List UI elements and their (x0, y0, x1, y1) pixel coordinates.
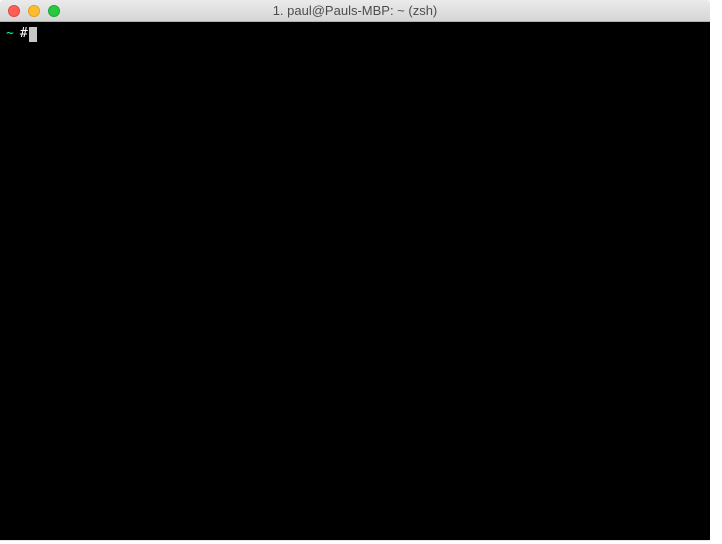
close-icon[interactable] (8, 5, 20, 17)
traffic-lights (0, 5, 60, 17)
window-titlebar[interactable]: 1. paul@Pauls-MBP: ~ (zsh) (0, 0, 710, 22)
window-title: 1. paul@Pauls-MBP: ~ (zsh) (0, 3, 710, 18)
zoom-icon[interactable] (48, 5, 60, 17)
window-edge (710, 0, 722, 544)
prompt-path: ~ (6, 26, 14, 42)
prompt-command: # (20, 26, 28, 42)
prompt-line: ~ # (6, 26, 704, 42)
minimize-icon[interactable] (28, 5, 40, 17)
cursor-icon (29, 27, 37, 42)
terminal-window: 1. paul@Pauls-MBP: ~ (zsh) ~ # (0, 0, 710, 540)
terminal-body[interactable]: ~ # (0, 22, 710, 540)
